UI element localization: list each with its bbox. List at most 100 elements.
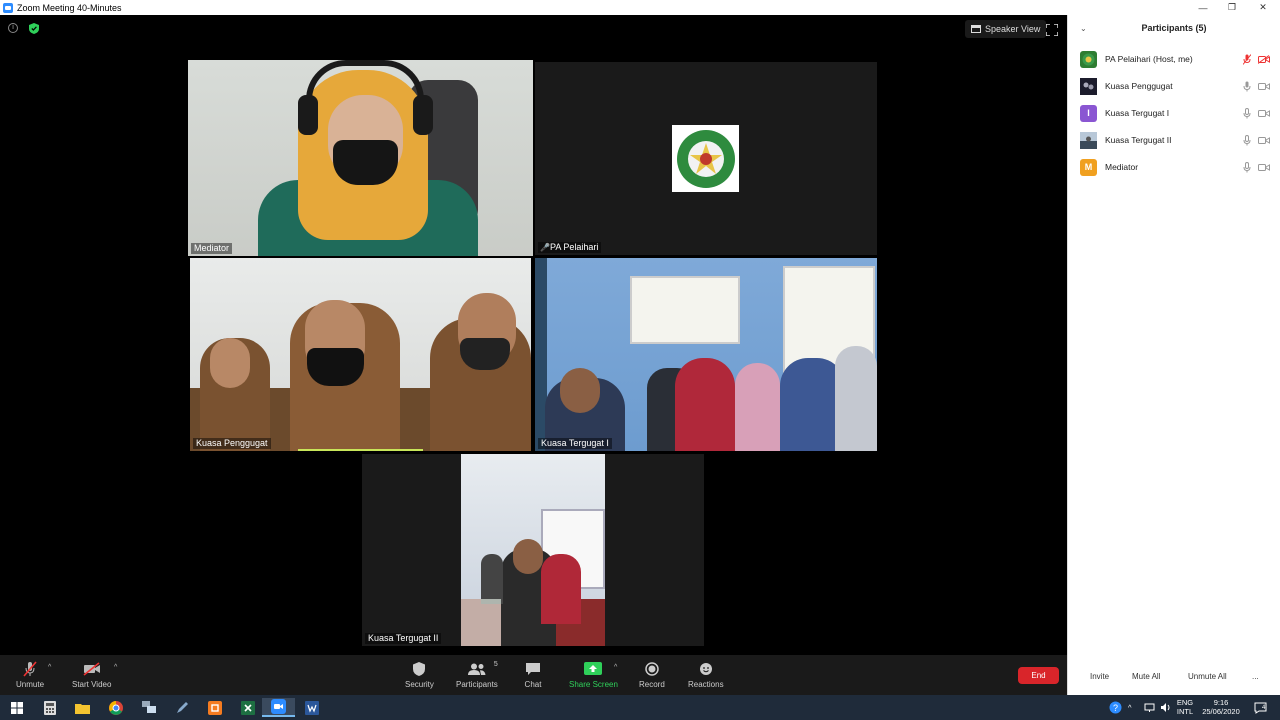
- participant-name: Kuasa Penggugat: [1105, 81, 1173, 91]
- window-title: Zoom Meeting 40-Minutes: [17, 2, 122, 13]
- close-button[interactable]: ✕: [1248, 0, 1278, 15]
- participant-row[interactable]: Kuasa Tergugat II: [1068, 128, 1280, 152]
- speaker-view-label: Speaker View: [985, 24, 1041, 34]
- participants-icon: 5: [467, 661, 498, 677]
- record-label: Record: [639, 680, 665, 689]
- chat-label: Chat: [524, 680, 542, 689]
- video-off-icon: [83, 661, 101, 677]
- excel-icon[interactable]: [231, 698, 264, 717]
- participant-row[interactable]: Kuasa Penggugat: [1068, 74, 1280, 98]
- video-tile-mediator[interactable]: Mediator: [188, 60, 533, 256]
- video-tile-kuasa-penggugat[interactable]: Kuasa Penggugat: [190, 258, 531, 451]
- kuasa-tergugat-1-video: [535, 258, 877, 451]
- notification-count: 4: [1262, 705, 1266, 711]
- clock-date: 25/06/2020: [1202, 707, 1240, 716]
- minimize-button[interactable]: —: [1188, 0, 1218, 15]
- share-screen-button[interactable]: Share Screen: [569, 661, 618, 689]
- share-screen-label: Share Screen: [569, 680, 618, 689]
- participant-row[interactable]: PA Pelaihari (Host, me): [1068, 47, 1280, 71]
- court-logo-avatar: [672, 125, 739, 192]
- microphone-icon[interactable]: [1243, 161, 1251, 173]
- maximize-button[interactable]: ❐: [1217, 0, 1247, 15]
- muted-microphone-icon: [21, 661, 39, 677]
- video-camera-icon[interactable]: [1258, 82, 1270, 91]
- title-bar: Zoom Meeting 40-Minutes — ❐ ✕: [0, 0, 1280, 15]
- unmute-all-button[interactable]: Unmute All: [1184, 669, 1231, 683]
- zoom-app-icon: [3, 2, 13, 13]
- clock-time: 9:16: [1213, 698, 1229, 707]
- microphone-icon[interactable]: [1243, 107, 1251, 119]
- orange-app-icon[interactable]: [198, 698, 231, 717]
- participant-row[interactable]: I Kuasa Tergugat I: [1068, 101, 1280, 125]
- audio-options-caret[interactable]: ^: [48, 664, 51, 671]
- participants-count-badge: 5: [493, 661, 498, 668]
- chrome-icon[interactable]: [99, 698, 132, 717]
- start-video-button[interactable]: Start Video: [72, 661, 111, 689]
- microphone-icon[interactable]: [1243, 134, 1251, 146]
- unmute-button[interactable]: Unmute: [16, 661, 44, 689]
- participants-label: Participants: [456, 680, 498, 689]
- participants-panel: ⌄ Participants (5) PA Pelaihari (Host, m…: [1067, 15, 1280, 695]
- notifications-button[interactable]: 4: [1248, 698, 1272, 717]
- video-camera-icon[interactable]: [1258, 136, 1270, 145]
- meeting-controls-bar: Unmute ^ Start Video ^ Security 5 Partic…: [0, 655, 1067, 695]
- clock[interactable]: 9:16 25/06/2020: [1199, 698, 1243, 716]
- video-tile-kuasa-tergugat-1[interactable]: Kuasa Tergugat I: [535, 258, 877, 451]
- share-options-caret[interactable]: ^: [614, 664, 617, 671]
- video-camera-icon[interactable]: [1258, 109, 1270, 118]
- mute-all-button[interactable]: Mute All: [1128, 669, 1164, 683]
- photo-avatar: [1080, 131, 1097, 149]
- invite-button[interactable]: Invite: [1086, 669, 1113, 683]
- start-button[interactable]: [0, 698, 33, 717]
- chat-bubble-icon: [524, 661, 542, 677]
- show-hidden-icons-caret[interactable]: ^: [1128, 703, 1132, 712]
- encryption-shield-icon[interactable]: [29, 23, 39, 34]
- video-camera-icon[interactable]: [1258, 163, 1270, 172]
- start-video-label: Start Video: [72, 680, 112, 689]
- tile-name-label: Kuasa Penggugat: [193, 438, 271, 449]
- word-icon[interactable]: [295, 698, 328, 717]
- security-button[interactable]: Security: [405, 661, 434, 689]
- more-options-button[interactable]: ...: [1248, 669, 1263, 683]
- muted-mic-icon[interactable]: [1243, 53, 1251, 65]
- svg-text:?: ?: [1112, 703, 1117, 713]
- mediator-video: [188, 60, 533, 256]
- edit-app-icon[interactable]: [165, 698, 198, 717]
- info-icon[interactable]: i: [8, 23, 18, 33]
- reactions-button[interactable]: Reactions: [688, 661, 724, 689]
- logo-avatar: [1080, 50, 1097, 68]
- tile-name-label: Mediator: [191, 243, 233, 254]
- participant-name: Kuasa Tergugat I: [1105, 108, 1170, 118]
- smiley-icon: [697, 661, 715, 677]
- participant-row[interactable]: M Mediator: [1068, 155, 1280, 179]
- letter-avatar: M: [1080, 158, 1097, 176]
- zoom-taskbar-icon[interactable]: [262, 698, 295, 717]
- record-button[interactable]: Record: [639, 661, 665, 689]
- microphone-icon[interactable]: [1243, 81, 1251, 92]
- volume-icon[interactable]: [1158, 698, 1172, 717]
- keyboard-language[interactable]: ENG INTL: [1174, 698, 1196, 716]
- network-icon[interactable]: [1142, 698, 1156, 717]
- record-icon: [643, 661, 661, 677]
- participants-panel-title: Participants (5): [1141, 23, 1207, 33]
- windows-taskbar: ? ^ ENG INTL 9:16 25/06/2020 4: [0, 695, 1280, 720]
- participant-name: PA Pelaihari (Host, me): [1105, 54, 1193, 64]
- letter-avatar: I: [1080, 104, 1097, 122]
- participants-button[interactable]: 5 Participants: [456, 661, 498, 689]
- video-tile-kuasa-tergugat-2[interactable]: Kuasa Tergugat II: [362, 454, 704, 646]
- tile-name-label: Kuasa Tergugat I: [538, 438, 612, 449]
- video-options-caret[interactable]: ^: [114, 664, 117, 671]
- meeting-area: i Speaker View Mediator 🎤 PA Pelaihari K…: [0, 15, 1067, 655]
- help-icon[interactable]: ?: [1105, 698, 1125, 717]
- fullscreen-icon[interactable]: [1046, 24, 1058, 36]
- muted-mic-icon: 🎤: [540, 243, 550, 252]
- video-tile-pa-pelaihari[interactable]: 🎤 PA Pelaihari: [535, 62, 877, 255]
- calculator-icon[interactable]: [33, 698, 66, 717]
- shield-icon: [410, 661, 428, 677]
- end-meeting-button[interactable]: End: [1018, 667, 1059, 684]
- network-computers-icon[interactable]: [132, 698, 165, 717]
- video-off-icon[interactable]: [1258, 54, 1270, 64]
- file-explorer-icon[interactable]: [66, 698, 99, 717]
- speaker-view-button[interactable]: Speaker View: [965, 20, 1047, 38]
- chat-button[interactable]: Chat: [524, 661, 542, 689]
